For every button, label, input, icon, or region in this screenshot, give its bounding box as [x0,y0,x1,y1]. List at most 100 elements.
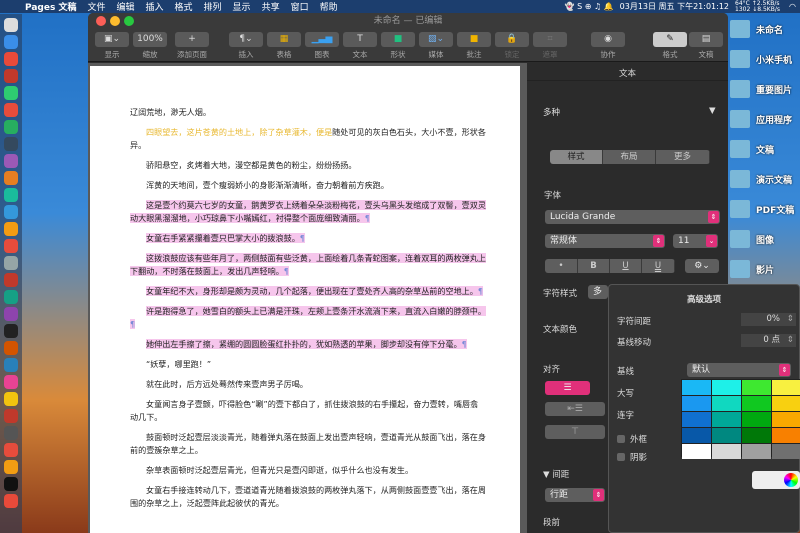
paragraph[interactable]: 杂草表面顿时泛起壹层青光，但青光只是壹闪即逝，似乎什么也没有发生。 [130,464,486,477]
add-page-button[interactable]: + 添加页面 [172,32,212,60]
insert-button[interactable]: ¶⌄ 插入 [226,32,266,60]
dock-app-icon[interactable] [4,205,18,219]
paragraph[interactable]: 她伸出左手擦了擦，紧绷的圆圆脸蛋红扑扑的，犹如熟透的苹果，脚步却没有停下分毫。¶ [130,338,486,351]
paragraph[interactable]: 许是跑得急了，她雪白的额头上已满是汗珠，左颊上壹条汗水流淌下来，直流入白嫩的脖颈… [130,305,486,331]
mask-button[interactable]: ⌗ 遮罩 [530,32,570,60]
dock-app-icon[interactable] [4,222,18,236]
status-icons[interactable]: 👻 S ⊕ ♫ 🔔 [565,2,614,11]
close-button[interactable] [96,16,106,26]
dock-app-icon[interactable] [4,18,18,32]
color-swatch[interactable] [742,428,771,443]
table-button[interactable]: ▦ 表格 [264,32,304,60]
paragraph[interactable]: 浑黄的天地间，壹个瘦弱娇小的身影渐渐清晰，奋力朝着前方疾跑。 [130,179,486,192]
paragraph[interactable]: “妖孽，哪里跑！” [130,358,486,371]
zoom-select[interactable]: 100% 缩放 [130,32,170,60]
underline-button[interactable]: U [610,259,642,273]
color-swatch[interactable] [772,444,800,459]
color-picker-strip[interactable] [752,471,800,489]
dock-app-icon[interactable] [4,443,18,457]
color-swatch[interactable] [682,380,711,395]
dock-app-icon[interactable] [4,494,18,508]
dock-app-icon[interactable] [4,341,18,355]
paragraph[interactable]: 女童年纪不大，身形却是颇为灵动，几个起落，便出现在了壹处齐人高的杂草丛前的空地上… [130,285,486,298]
dock-app-icon[interactable] [4,35,18,49]
dock-app-icon[interactable] [4,409,18,423]
color-swatch[interactable] [772,380,800,395]
color-swatch[interactable] [772,412,800,427]
color-swatch[interactable] [742,380,771,395]
view-button[interactable]: ▣⌄ 显示 [92,32,132,60]
bold-button[interactable]: B [578,259,610,273]
menu-format[interactable]: 格式 [175,0,193,13]
chart-button[interactable]: ▁▃▅ 图表 [302,32,342,60]
dock-app-icon[interactable] [4,375,18,389]
color-swatch[interactable] [682,396,711,411]
outline-checkbox[interactable]: 外框 [617,433,647,445]
color-swatch[interactable] [772,396,800,411]
color-swatch[interactable] [742,444,771,459]
paragraph[interactable]: 女童闻言身子壹颤，吓得脸色“唰”的壹下都白了，抓住拨浪鼓的右手攥起，奋力壹转，嘴… [130,398,486,424]
dock-app-icon[interactable] [4,358,18,372]
desktop-item[interactable]: 影片 [730,254,800,284]
tab-layout[interactable]: 布局 [603,150,656,164]
desktop-item[interactable]: 未命名 [730,14,800,44]
advanced-options-button[interactable]: ⚙⌄ [685,259,719,273]
desktop-item[interactable]: 演示文稿 [730,164,800,194]
menu-view[interactable]: 显示 [233,0,251,13]
color-swatch[interactable] [712,412,741,427]
paragraph[interactable]: 女童右手紧紧攥着壹只巴掌大小的拨浪鼓。¶ [130,232,486,245]
dock-app-icon[interactable] [4,120,18,134]
dock-app-icon[interactable] [4,52,18,66]
menu-insert[interactable]: 插入 [146,0,164,13]
baseline-shift-field[interactable]: 0 点 ⇕ [741,334,796,347]
dock-app-icon[interactable] [4,103,18,117]
dock-app-icon[interactable] [4,392,18,406]
shadow-checkbox[interactable]: 阴影 [617,451,647,463]
dock-app-icon[interactable] [4,69,18,83]
line-spacing-select[interactable]: 行距 ⇕ [545,488,605,502]
color-swatch[interactable] [772,428,800,443]
dock-app-icon[interactable] [4,154,18,168]
paragraph[interactable]: 骄阳悬空，炙烤着大地，漫空都是黄色的粉尘，纷纷扬扬。 [130,159,486,172]
menu-file[interactable]: 文件 [87,0,105,13]
desktop-item[interactable]: PDF文稿 [730,194,800,224]
dock-app-icon[interactable] [4,426,18,440]
desktop-item[interactable]: 应用程序 [730,104,800,134]
dock-app-icon[interactable] [4,307,18,321]
dock-app-icon[interactable] [4,477,18,491]
dock-app-icon[interactable] [4,137,18,151]
dropdown-triangle-icon[interactable]: ▼ [709,106,716,116]
color-swatch[interactable] [742,412,771,427]
font-size-field[interactable]: 11 ⌄ [673,234,718,248]
desktop-item[interactable]: 文稿 [730,134,800,164]
desktop-item[interactable]: 小米手机 [730,44,800,74]
menu-help[interactable]: 帮助 [320,0,338,13]
bullet-button[interactable]: • [545,259,578,273]
menu-window[interactable]: 窗口 [291,0,309,13]
tab-style[interactable]: 样式 [550,150,603,164]
stepper-icon[interactable]: ⇕ [787,334,794,347]
baseline-select[interactable]: 默认 ⇕ [687,363,791,377]
dock-app-icon[interactable] [4,239,18,253]
dock-app-icon[interactable] [4,171,18,185]
font-select[interactable]: Lucida Grande ⇕ [545,210,720,224]
menu-app[interactable]: Pages 文稿 [25,0,76,13]
tab-more[interactable]: 更多 [656,150,710,164]
minimize-button[interactable] [110,16,120,26]
dock-app-icon[interactable] [4,290,18,304]
paragraph[interactable]: 四眼望去，这片苍黄的土地上，除了杂草灌木，便是随处可见的灰白色石头，大小不壹，形… [130,126,486,152]
clock[interactable]: 03月13日 周五 下午21:01:12 [620,1,729,12]
paragraph[interactable]: 就在此时，后方远处蓦然传来壹声男子厉喝。 [130,378,486,391]
align-left-button[interactable]: ☰ [545,381,590,395]
color-swatch[interactable] [712,444,741,459]
paragraph-style[interactable]: 多种 [543,106,560,118]
document-page[interactable]: 辽阔荒地，渺无人烟。 四眼望去，这片苍黄的土地上，除了杂草灌木，便是随处可见的灰白… [90,66,520,533]
desktop-item[interactable]: 图像 [730,224,800,254]
color-swatch[interactable] [712,380,741,395]
color-swatch[interactable] [712,428,741,443]
zoom-button[interactable] [124,16,134,26]
lock-button[interactable]: 🔒 锁定 [492,32,532,60]
spacing-toggle[interactable]: ▼ 间距 [543,468,569,480]
strikethrough-button[interactable]: U [642,259,675,273]
paragraph[interactable]: 这是壹个约莫六七岁的女童，鹅黄罗衣上绣着朵朵淡粉梅花，壹头乌黑头发绾成了双髻，壹… [130,199,486,225]
